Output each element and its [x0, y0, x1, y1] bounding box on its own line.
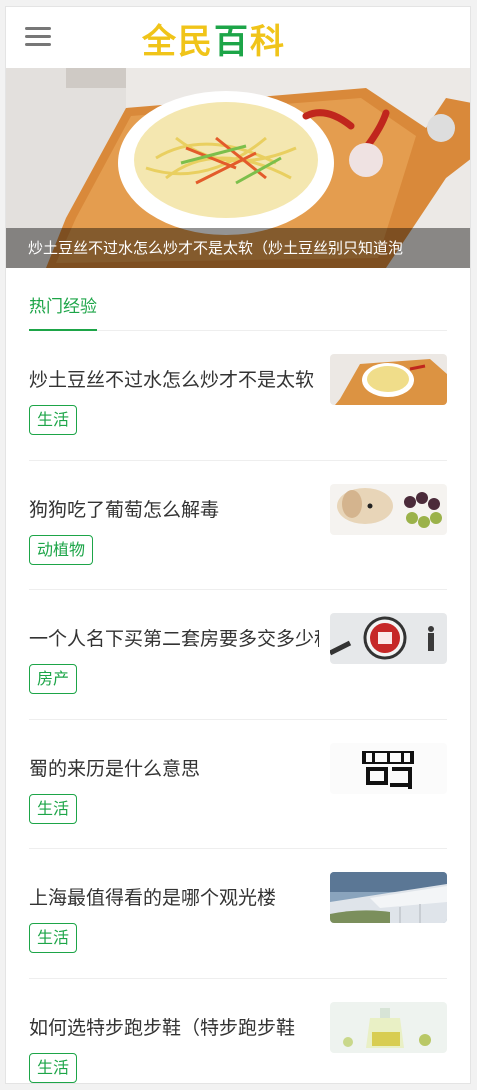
logo-char: 百: [214, 21, 250, 62]
list-item[interactable]: 狗狗吃了葡萄怎么解毒 动植物: [29, 461, 447, 590]
list-item[interactable]: 蜀的来历是什么意思 生活: [29, 720, 447, 849]
tax-magnifier-thumbnail[interactable]: [330, 613, 447, 664]
article-title[interactable]: 蜀的来历是什么意思: [29, 754, 319, 781]
logo-char: 科: [250, 21, 286, 62]
list-item[interactable]: 如何选特步跑步鞋（特步跑步鞋 生活: [29, 979, 447, 1084]
category-tag[interactable]: 房产: [29, 664, 78, 694]
hamburger-menu-icon[interactable]: [21, 23, 55, 51]
list-item[interactable]: 上海最值得看的是哪个观光楼 生活: [29, 849, 447, 979]
article-title[interactable]: 如何选特步跑步鞋（特步跑步鞋: [29, 1013, 319, 1040]
top-header: 全 民 百 科: [6, 7, 470, 68]
logo-char: 民: [178, 21, 214, 62]
tab-hot-experience[interactable]: 热门经验: [29, 292, 97, 331]
category-tag[interactable]: 生活: [29, 793, 78, 824]
shu-character-thumbnail[interactable]: [330, 742, 447, 794]
site-logo[interactable]: 全 民 百 科: [142, 17, 286, 62]
banner-caption: 炒土豆丝不过水怎么炒才不是太软（炒土豆丝别只知道泡: [6, 228, 470, 268]
list-item[interactable]: 一个人名下买第二套房要多交多少税 房产: [29, 590, 447, 720]
category-tag[interactable]: 生活: [29, 923, 78, 953]
category-tag[interactable]: 生活: [29, 1052, 78, 1083]
article-title[interactable]: 炒土豆丝不过水怎么炒才不是太软: [29, 365, 319, 392]
tab-bar: 热门经验: [29, 268, 447, 331]
category-tag[interactable]: 生活: [29, 405, 78, 435]
logo-char: 全: [142, 21, 178, 62]
building-thumbnail[interactable]: [330, 872, 447, 923]
dog-grapes-thumbnail[interactable]: [330, 483, 447, 535]
article-list: 炒土豆丝不过水怎么炒才不是太软 生活 狗狗吃了葡萄怎么解毒 动植物 一个人名下买…: [29, 331, 447, 1084]
article-title[interactable]: 狗狗吃了葡萄怎么解毒: [29, 495, 319, 522]
article-title[interactable]: 上海最值得看的是哪个观光楼: [29, 883, 319, 910]
list-item[interactable]: 炒土豆丝不过水怎么炒才不是太软 生活: [29, 331, 447, 461]
oil-bottle-thumbnail[interactable]: [330, 1001, 447, 1053]
article-title[interactable]: 一个人名下买第二套房要多交多少税: [29, 624, 319, 651]
category-tag[interactable]: 动植物: [29, 534, 94, 565]
featured-banner[interactable]: 炒土豆丝不过水怎么炒才不是太软（炒土豆丝别只知道泡: [6, 68, 470, 268]
potato-dish-thumbnail[interactable]: [330, 354, 447, 405]
page: 全 民 百 科 炒土豆丝不过水怎么炒才不是太软（炒土豆丝别只知道泡 热门经验 炒…: [5, 6, 471, 1084]
